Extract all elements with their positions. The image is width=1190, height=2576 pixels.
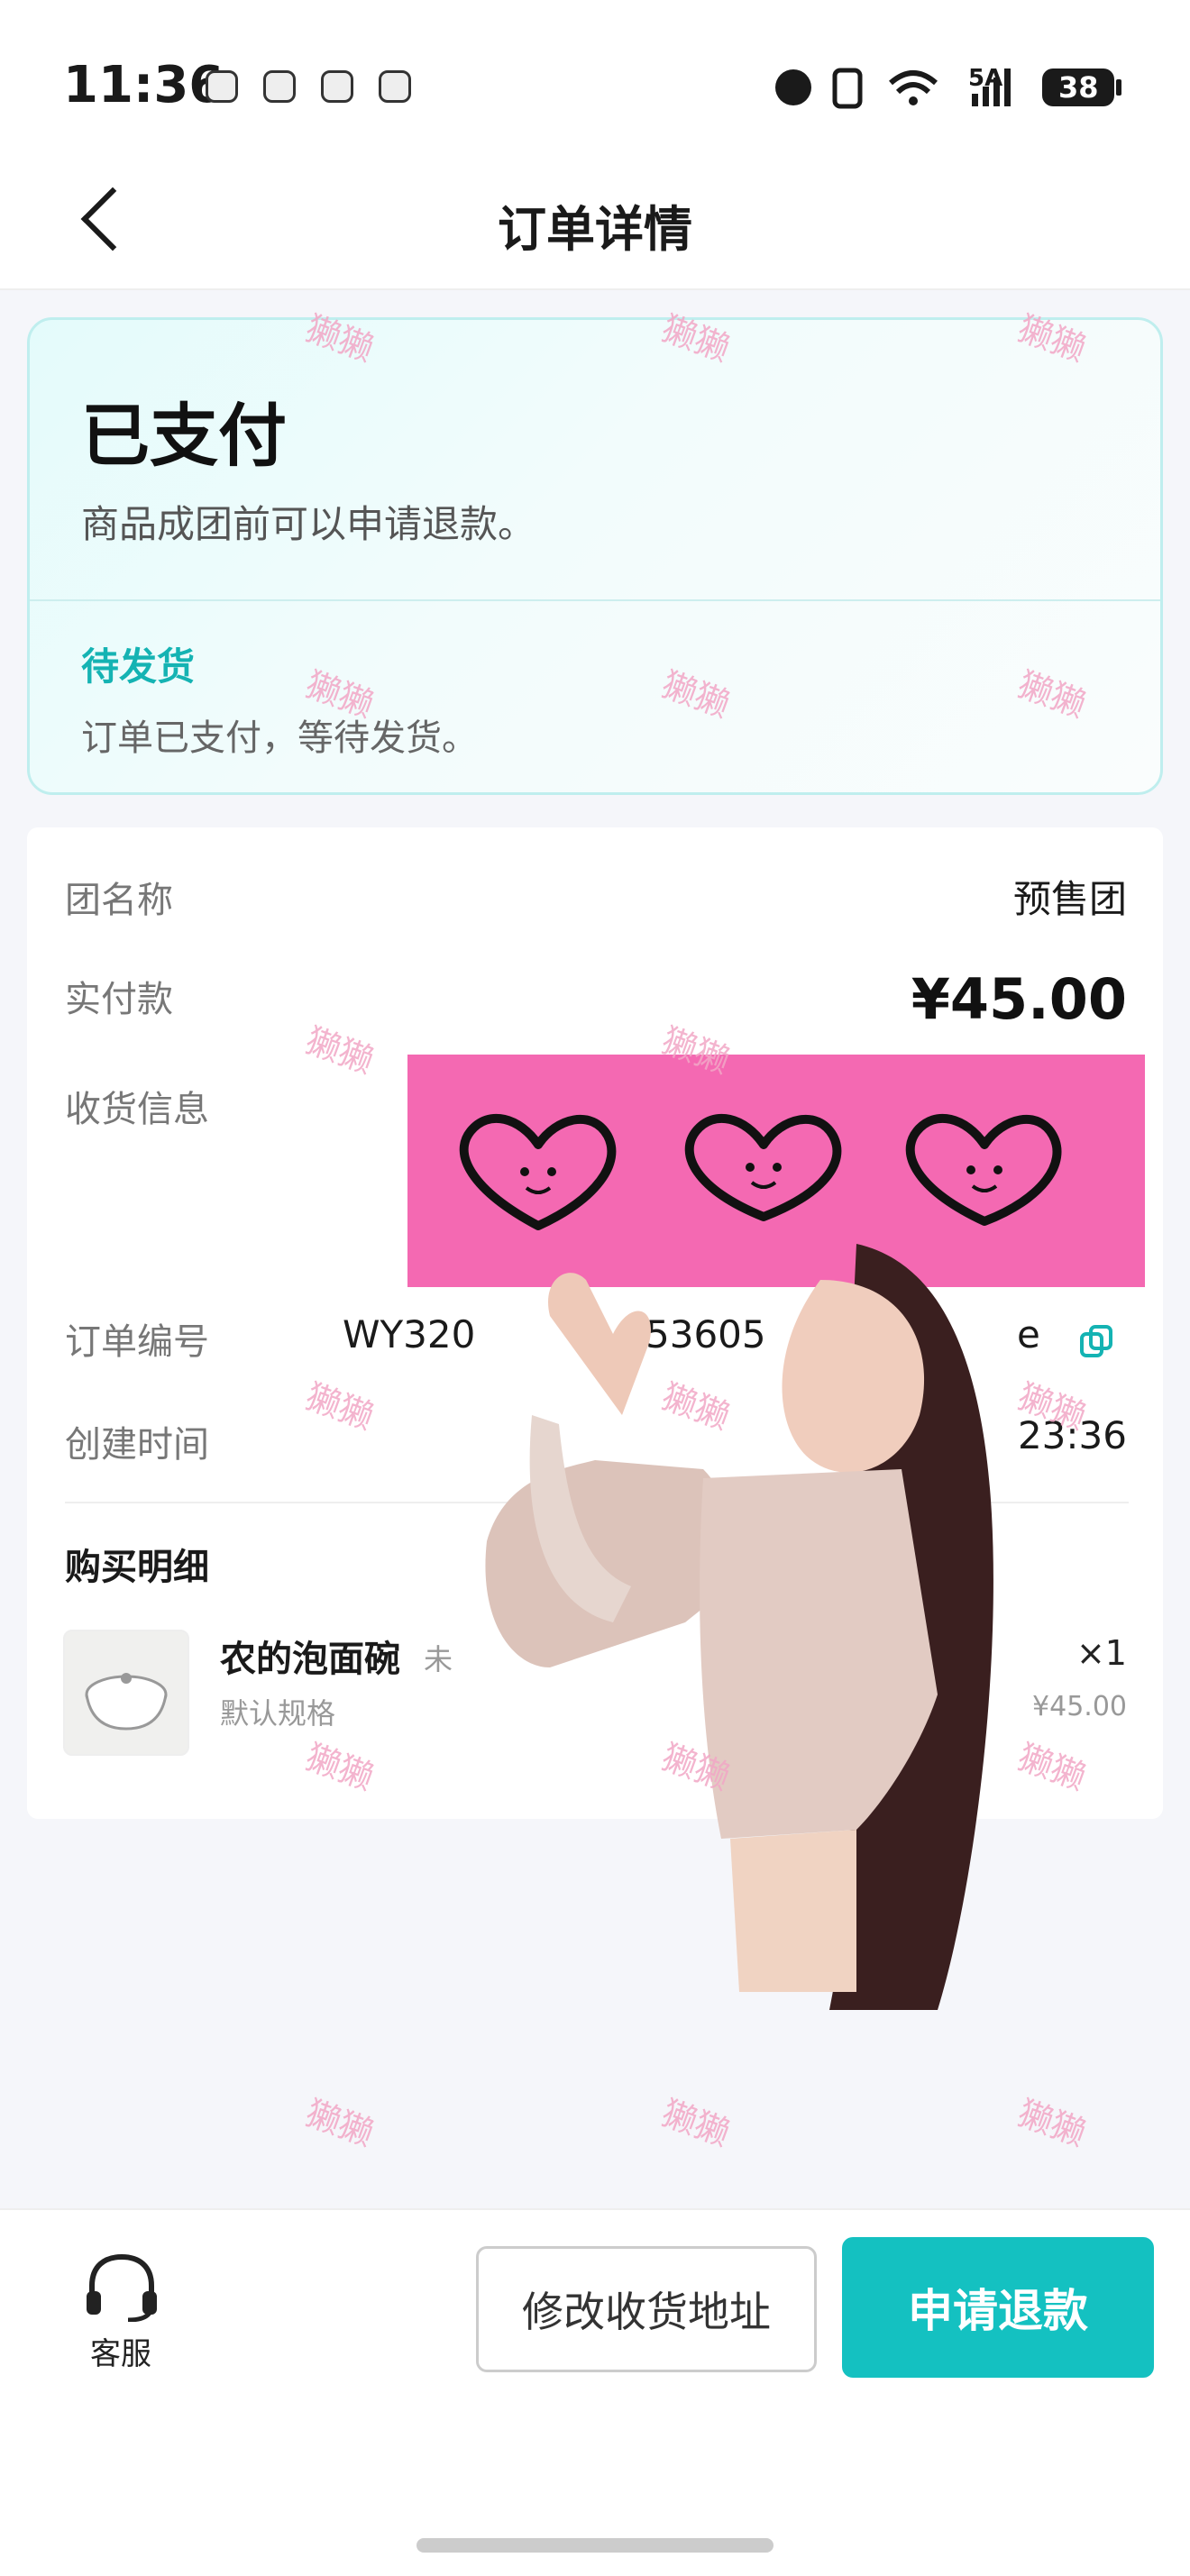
created-time-label: 创建时间	[65, 1424, 209, 1466]
group-name-value: 预售团	[1012, 877, 1127, 921]
paid-amount: ¥45.00	[911, 966, 1127, 1032]
order-number-label: 订单编号	[65, 1321, 209, 1363]
watermark: 獭獭	[1012, 2093, 1092, 2154]
refund-button[interactable]: 申请退款	[842, 2237, 1154, 2378]
paid-label: 实付款	[65, 979, 173, 1020]
wifi-icon	[889, 70, 938, 95]
product-thumbnail[interactable]	[63, 1630, 189, 1756]
notification-icon	[379, 70, 411, 103]
shipping-status: 待发货	[81, 644, 196, 689]
purchase-detail-title: 购买明细	[65, 1547, 209, 1588]
order-status-title: 已支付	[81, 396, 287, 476]
address-label: 收货信息	[65, 1089, 209, 1130]
watermark: 獭獭	[300, 2093, 380, 2154]
home-indicator[interactable]	[416, 2538, 774, 2553]
network-type: 5A	[968, 65, 1003, 92]
order-status-description: 商品成团前可以申请退款。	[81, 502, 536, 546]
person-photo	[485, 1244, 993, 2010]
headset-icon[interactable]	[83, 2253, 160, 2322]
product-spec: 默认规格	[220, 1696, 336, 1731]
status-divider	[30, 599, 1160, 601]
signal-icon	[972, 94, 978, 106]
notification-icon	[206, 70, 238, 103]
group-name-label: 团名称	[65, 880, 173, 921]
battery-level: 38	[1058, 70, 1099, 105]
status-time: 11:36	[63, 56, 224, 114]
watermark: 獭獭	[656, 2093, 736, 2154]
change-address-button[interactable]: 修改收货地址	[476, 2246, 817, 2372]
shipping-status-description: 订单已支付，等待发货。	[81, 717, 478, 759]
product-quantity: ×1	[1076, 1633, 1127, 1673]
vibrate-icon	[832, 68, 863, 109]
notification-icon	[321, 70, 353, 103]
product-name[interactable]: 农的泡面碗	[220, 1630, 400, 1682]
alarm-icon	[775, 69, 811, 105]
notification-icon	[263, 70, 296, 103]
customer-service-label[interactable]: 客服	[90, 2329, 151, 2373]
copy-icon[interactable]	[1078, 1323, 1114, 1359]
bowl-icon	[85, 1673, 168, 1731]
page-title: 订单详情	[498, 201, 692, 258]
